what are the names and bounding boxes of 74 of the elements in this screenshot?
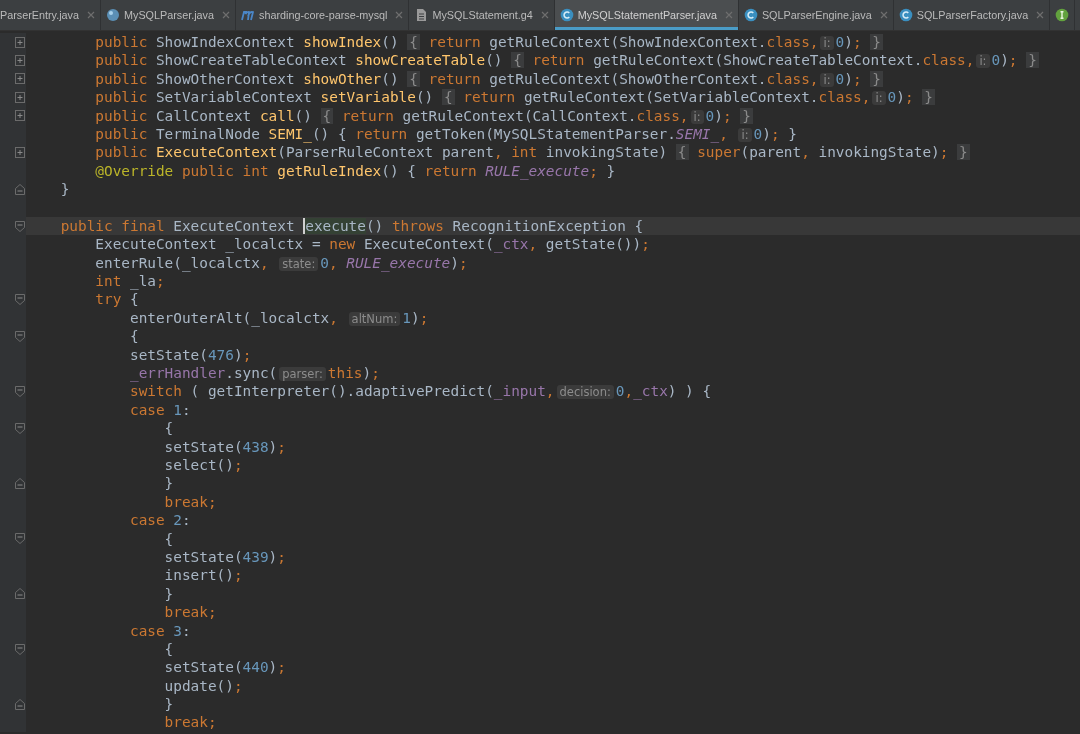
class-icon (743, 8, 758, 22)
code-line: case 3: (128, 621, 192, 640)
code-line: _errHandler.sync( parser: this); (128, 364, 381, 383)
code-line: { (128, 327, 140, 346)
close-icon[interactable] (1036, 11, 1045, 19)
fold-collapse-icon[interactable] (15, 330, 25, 342)
fold-collapse-icon[interactable] (15, 294, 25, 306)
close-icon[interactable] (724, 11, 733, 19)
code-line: public ExecuteContext(ParserRuleContext parent, int invokingState) { super(parent, invokingState); } (94, 143, 971, 162)
code-line: enterOuterAlt(_localctx, altNum: 1); (128, 308, 430, 328)
code-line: public ShowIndexContext showIndex() { return getRuleContext(ShowIndexContext.class, i: 0); } (94, 33, 884, 52)
fold-expand-icon[interactable] (15, 91, 25, 103)
code-line: { (163, 529, 175, 548)
code-line: } (163, 584, 175, 604)
code-line: case 1: (128, 400, 192, 420)
code-line: break; (163, 603, 218, 622)
fold-expand-icon[interactable] (15, 147, 25, 159)
fold-expand-icon[interactable] (15, 73, 25, 85)
module-icon (241, 8, 256, 22)
code-line: public ShowCreateTableContext showCreateTable() { return getRuleContext(ShowCreateTableContext.class, i: 0); } (94, 51, 1040, 70)
code-line: } (163, 474, 175, 493)
close-icon[interactable] (540, 11, 549, 19)
code-line: break; (163, 492, 218, 512)
fold-collapse-icon[interactable] (15, 386, 25, 398)
fold-end-icon[interactable] (15, 588, 25, 600)
code-line: setState(476); (128, 345, 253, 365)
code-line: int _la; (94, 272, 166, 291)
file-icon (414, 8, 429, 22)
code-line: public TerminalNode SEMI_() { return getToken(MySQLStatementParser.SEMI_, i: 0); } (94, 124, 798, 144)
editor-tab[interactable]: sharding-core-parse-mysql (236, 0, 410, 30)
code-line: insert(); (163, 566, 244, 585)
code-line: { (163, 639, 175, 659)
code-line: update(); (163, 676, 244, 696)
editor-tab[interactable]: MySQLParser.java (101, 0, 237, 30)
fold-expand-icon[interactable] (15, 36, 25, 48)
fold-expand-icon[interactable] (15, 110, 25, 122)
code-line: public SetVariableContext setVariable() { return getRuleContext(SetVariableContext.class, i: 0); } (94, 88, 936, 107)
fold-expand-icon[interactable] (15, 55, 25, 67)
code-line: setState(440); (163, 658, 287, 677)
fold-collapse-icon[interactable] (15, 220, 25, 232)
fold-end-icon[interactable] (15, 183, 25, 195)
editor-tab[interactable]: ParserEntry.java (0, 0, 101, 30)
sphere-icon (106, 8, 120, 22)
close-icon[interactable] (879, 11, 888, 19)
code-line: setState(439); (163, 547, 287, 567)
fold-end-icon[interactable] (15, 478, 25, 490)
code-line: enterRule(_localctx, state: 0, RULE_execute); (94, 253, 469, 273)
fold-end-icon[interactable] (15, 698, 25, 710)
close-icon[interactable] (395, 11, 404, 19)
code-line: @Override public int getRuleIndex() { return RULE_execute; } (94, 161, 617, 181)
close-icon[interactable] (222, 11, 231, 19)
editor-tab[interactable]: MySQLStatementParser.java (554, 0, 739, 30)
code-line: } (59, 180, 71, 199)
code-line: setState(438); (163, 437, 287, 456)
close-icon[interactable] (87, 11, 95, 19)
interface-icon (1055, 8, 1070, 22)
code-line: switch ( getInterpreter().adaptivePredict(_input, decision: 0,_ctx) ) { (128, 382, 713, 401)
fold-collapse-icon[interactable] (15, 643, 25, 655)
editor-tab[interactable]: SQLParserFactory.java (893, 0, 1051, 30)
code-line: public ShowOtherContext showOther() { return getRuleContext(ShowOtherContext.class, i: 0); } (94, 69, 884, 89)
fold-collapse-icon[interactable] (15, 533, 25, 545)
code-line: public CallContext call() { return getRuleContext(CallContext.class, i: 0); } (94, 106, 754, 125)
code-line: try { (94, 290, 140, 309)
code-line: ExecuteContext _localctx = new ExecuteContext(_ctx, getState()); (94, 235, 651, 254)
code-line: { (163, 419, 175, 438)
fold-collapse-icon[interactable] (15, 422, 25, 434)
class-icon (898, 8, 913, 22)
editor-tab[interactable]: SQLParserEngine.java (738, 0, 894, 30)
code-line: select(); (163, 456, 244, 475)
class-icon (559, 8, 574, 22)
code-line: break; (163, 713, 218, 732)
editor-tab[interactable]: MySQLStatement.g4 (409, 0, 555, 30)
code-line: } (163, 695, 175, 714)
code-line: case 2: (128, 511, 192, 530)
